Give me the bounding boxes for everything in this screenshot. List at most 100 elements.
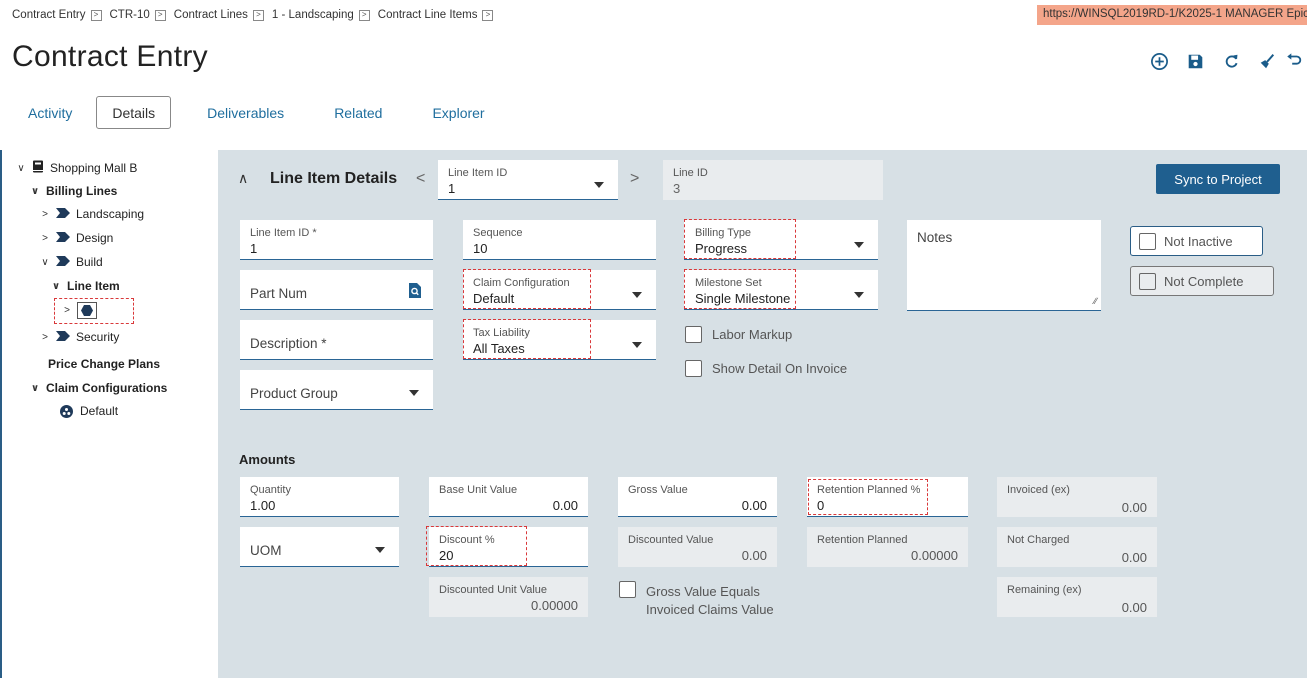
- breadcrumb-label: Contract Entry: [12, 9, 86, 21]
- chevron-left-icon[interactable]: <: [416, 170, 425, 188]
- checkbox[interactable]: [1139, 232, 1156, 250]
- undo-icon[interactable]: [1285, 46, 1307, 76]
- line-id-field: Line ID 3: [663, 160, 883, 200]
- tab-details[interactable]: Details: [96, 96, 172, 129]
- chevron-right-icon[interactable]: >: [154, 9, 166, 21]
- tree-node-line-item[interactable]: ∨ Line Item: [49, 279, 120, 293]
- plus-circle-icon[interactable]: [1141, 46, 1177, 76]
- breadcrumb-item-contract-line-items[interactable]: Contract Line Items >: [378, 9, 494, 21]
- uom-select[interactable]: UOM: [240, 527, 399, 567]
- breadcrumb-label: CTR-10: [109, 9, 150, 21]
- base-unit-value-field[interactable]: Base Unit Value 0.00: [429, 477, 588, 517]
- tab-activity[interactable]: Activity: [14, 96, 86, 129]
- chevron-down-icon[interactable]: ∨: [28, 383, 42, 394]
- chevron-down-icon[interactable]: ∨: [28, 186, 42, 197]
- highlight-box: [684, 269, 796, 309]
- tree-label: Billing Lines: [46, 184, 118, 198]
- quantity-field[interactable]: Quantity 1.00: [240, 477, 399, 517]
- product-group-select[interactable]: Product Group: [240, 370, 433, 410]
- gross-equals-invoiced-checkbox[interactable]: Gross Value Equals Invoiced Claims Value: [619, 581, 779, 619]
- tree-node-claim-configurations[interactable]: ∨ Claim Configurations: [28, 381, 167, 395]
- tree-node-root[interactable]: ∨ Shopping Mall B: [14, 160, 137, 176]
- description-field[interactable]: Description *: [240, 320, 433, 360]
- highlight-box: [463, 319, 591, 359]
- highlight-box: [463, 269, 591, 309]
- tree-node-line-item-child[interactable]: >: [60, 302, 97, 319]
- not-complete-toggle[interactable]: Not Complete: [1130, 266, 1274, 296]
- gross-value-field[interactable]: Gross Value 0.00: [618, 477, 777, 517]
- environment-badge: https://WINSQL2019RD-1/K2025-1 MANAGER E…: [1037, 5, 1307, 25]
- sync-to-project-button[interactable]: Sync to Project: [1156, 164, 1280, 194]
- show-detail-checkbox[interactable]: Show Detail On Invoice: [685, 360, 847, 377]
- chevron-right-icon[interactable]: >: [630, 170, 639, 188]
- tree-node-landscaping[interactable]: > Landscaping: [38, 207, 144, 221]
- highlight-box: [684, 219, 796, 259]
- tab-deliverables[interactable]: Deliverables: [193, 96, 298, 129]
- tree-node-design[interactable]: > Design: [38, 231, 113, 245]
- chevron-right-icon[interactable]: >: [38, 332, 52, 343]
- tree-node-build[interactable]: ∨ Build: [38, 255, 103, 269]
- tree-label: Line Item: [67, 279, 120, 293]
- tab-related[interactable]: Related: [320, 96, 396, 129]
- tree-node-billing-lines[interactable]: ∨ Billing Lines: [28, 184, 117, 198]
- chevron-down-icon[interactable]: [632, 292, 642, 298]
- resize-handle-icon[interactable]: ∕∕: [1094, 296, 1097, 306]
- checkbox[interactable]: [1139, 272, 1156, 290]
- amounts-heading: Amounts: [239, 452, 296, 467]
- search-icon[interactable]: [408, 283, 421, 303]
- tree-node-security[interactable]: > Security: [38, 330, 119, 344]
- chevron-down-icon[interactable]: [409, 390, 419, 396]
- chevron-down-icon[interactable]: [854, 242, 864, 248]
- checkbox[interactable]: [619, 581, 636, 598]
- chevron-down-icon[interactable]: ∨: [38, 257, 52, 268]
- toolbar: [1141, 46, 1307, 76]
- details-panel: ∧ Line Item Details < Line Item ID 1 > L…: [218, 150, 1307, 678]
- notes-textarea[interactable]: Notes ∕∕: [907, 220, 1101, 311]
- not-inactive-toggle[interactable]: Not Inactive: [1130, 226, 1263, 256]
- remaining-ex-field: Remaining (ex) 0.00: [997, 577, 1157, 617]
- checkbox[interactable]: [685, 326, 702, 343]
- tree-node-price-change-plans[interactable]: Price Change Plans: [48, 357, 160, 371]
- chevron-right-icon[interactable]: >: [482, 9, 494, 21]
- part-num-field[interactable]: Part Num: [240, 270, 433, 310]
- hexagon-icon: [77, 302, 97, 319]
- page-title: Contract Entry: [12, 40, 208, 73]
- chevron-down-icon[interactable]: [594, 182, 604, 188]
- tree-label: Shopping Mall B: [50, 161, 138, 175]
- breadcrumb-item-landscaping[interactable]: 1 - Landscaping >: [272, 9, 370, 21]
- chevron-right-icon[interactable]: >: [358, 9, 370, 21]
- checkbox[interactable]: [685, 360, 702, 377]
- chevron-right-icon[interactable]: >: [90, 9, 102, 21]
- breadcrumb-item-ctr[interactable]: CTR-10 >: [110, 9, 166, 21]
- chevron-down-icon[interactable]: [632, 342, 642, 348]
- line-item-id-selector[interactable]: Line Item ID 1: [438, 160, 618, 200]
- tree-label: Claim Configurations: [46, 381, 168, 395]
- sequence-field[interactable]: Sequence 10: [463, 220, 656, 260]
- tree-label: Default: [80, 404, 119, 418]
- chevron-down-icon[interactable]: ∨: [14, 163, 28, 174]
- breadcrumb-item-contract-entry[interactable]: Contract Entry >: [12, 9, 102, 21]
- line-item-id-field[interactable]: Line Item ID * 1: [240, 220, 433, 260]
- tree-label: Landscaping: [76, 207, 145, 221]
- tab-explorer[interactable]: Explorer: [418, 96, 498, 129]
- chevron-right-icon[interactable]: >: [38, 209, 52, 220]
- invoiced-ex-field: Invoiced (ex) 0.00: [997, 477, 1157, 517]
- chevron-down-icon[interactable]: [854, 292, 864, 298]
- save-icon[interactable]: [1177, 46, 1213, 76]
- refresh-icon[interactable]: [1213, 46, 1249, 76]
- labor-markup-checkbox[interactable]: Labor Markup: [685, 326, 792, 343]
- discounted-unit-value-field: Discounted Unit Value 0.00000: [429, 577, 588, 617]
- tree-label: Build: [76, 255, 103, 269]
- chevron-up-icon[interactable]: ∧: [238, 170, 248, 187]
- chevron-down-icon[interactable]: [375, 547, 385, 553]
- breadcrumb-label: Contract Line Items: [377, 9, 478, 21]
- clear-icon[interactable]: [1249, 46, 1285, 76]
- milestone-icon: [56, 255, 70, 269]
- chevron-right-icon[interactable]: >: [60, 305, 74, 316]
- chevron-right-icon[interactable]: >: [252, 9, 264, 21]
- breadcrumb-label: 1 - Landscaping: [271, 9, 354, 21]
- breadcrumb-item-contract-lines[interactable]: Contract Lines >: [174, 9, 264, 21]
- chevron-right-icon[interactable]: >: [38, 233, 52, 244]
- chevron-down-icon[interactable]: ∨: [49, 281, 63, 292]
- tree-node-default[interactable]: Default: [60, 404, 118, 418]
